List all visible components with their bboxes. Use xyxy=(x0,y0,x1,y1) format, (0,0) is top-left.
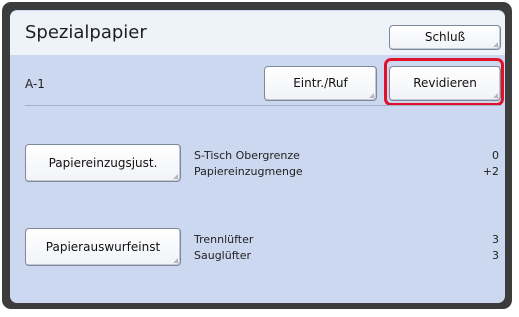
entry-call-button[interactable]: Eintr./Ruf xyxy=(264,66,377,101)
exit-button-label: Schluß xyxy=(424,30,466,44)
separator-fan-label: Trennlüfter xyxy=(194,233,254,246)
suction-fan-value: 3 xyxy=(492,249,499,262)
paper-feed-amount-label: Papiereinzugmenge xyxy=(194,165,303,178)
revise-button[interactable]: Revidieren xyxy=(389,66,501,101)
suction-fan-label: Sauglüfter xyxy=(194,249,251,262)
exit-button[interactable]: Schluß xyxy=(389,25,501,50)
page-title: Spezialpapier xyxy=(25,22,147,43)
paper-feed-adjust-button[interactable]: Papiereinzugsjust. xyxy=(25,144,181,182)
entry-call-button-label: Eintr./Ruf xyxy=(293,76,348,90)
paper-feed-adjust-label: Papiereinzugsjust. xyxy=(48,156,158,170)
paper-output-settings-button[interactable]: Papierauswurfeinst xyxy=(25,228,181,266)
paper-output-settings-label: Papierauswurfeinst xyxy=(45,240,161,254)
divider xyxy=(25,105,501,106)
revise-button-label: Revidieren xyxy=(413,76,477,90)
feed-tray-upper-limit-label: S-Tisch Obergrenze xyxy=(194,149,300,162)
paper-feed-amount-value: +2 xyxy=(482,165,499,178)
feed-tray-upper-limit-value: 0 xyxy=(492,149,499,162)
separator-fan-value: 3 xyxy=(492,233,499,246)
preset-name: A-1 xyxy=(25,77,45,91)
